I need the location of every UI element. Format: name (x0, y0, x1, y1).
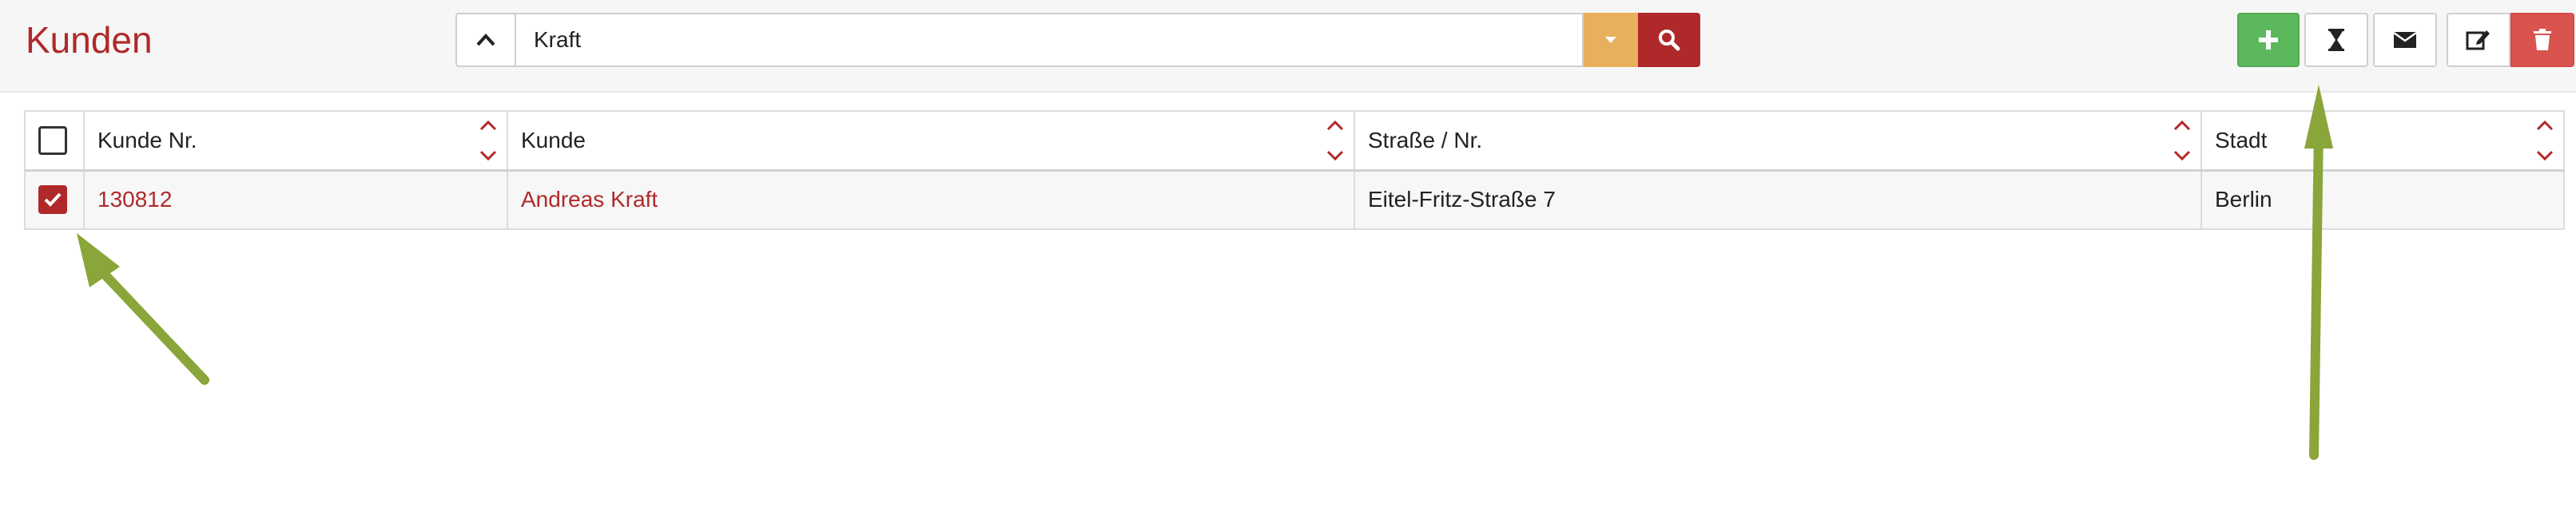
annotation-arrow-checkbox (77, 233, 209, 385)
annotation-arrows (77, 85, 2333, 460)
annotation-arrow-toolbar (2304, 85, 2333, 460)
